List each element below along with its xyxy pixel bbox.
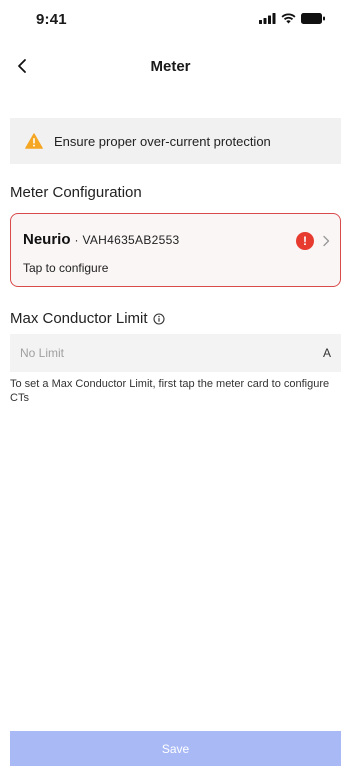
status-bar: 9:41 [0,0,341,44]
max-conductor-heading: Max Conductor Limit [10,310,165,327]
meter-hint: Tap to configure [23,261,109,275]
battery-icon [301,13,325,24]
info-icon[interactable] [153,312,165,325]
error-icon: ! [296,232,314,250]
signal-icon [259,13,276,24]
limit-placeholder: No Limit [20,346,65,360]
limit-unit: A [322,346,331,360]
warning-triangle-icon [25,133,43,149]
meter-name-row: Neurio · VAH4635AB2553 [23,231,180,248]
max-conductor-label: Max Conductor Limit [10,310,148,327]
meter-brand: Neurio [23,231,71,248]
meter-configuration-heading: Meter Configuration [10,184,142,201]
page-title: Meter [150,58,191,75]
save-button[interactable]: Save [10,731,341,766]
nav-bar: Meter [0,48,341,88]
warning-banner: Ensure proper over-current protection [10,118,341,164]
status-time: 9:41 [36,11,67,28]
status-icons [259,13,325,24]
chevron-right-icon [322,234,330,252]
max-conductor-limit-field[interactable]: No Limit A [10,334,341,372]
helper-text: To set a Max Conductor Limit, first tap … [10,378,330,404]
meter-card[interactable]: Neurio · VAH4635AB2553 Tap to configure … [10,213,341,287]
warning-text: Ensure proper over-current protection [54,133,271,149]
wifi-icon [281,13,296,24]
meter-serial: · VAH4635AB2553 [74,233,180,247]
